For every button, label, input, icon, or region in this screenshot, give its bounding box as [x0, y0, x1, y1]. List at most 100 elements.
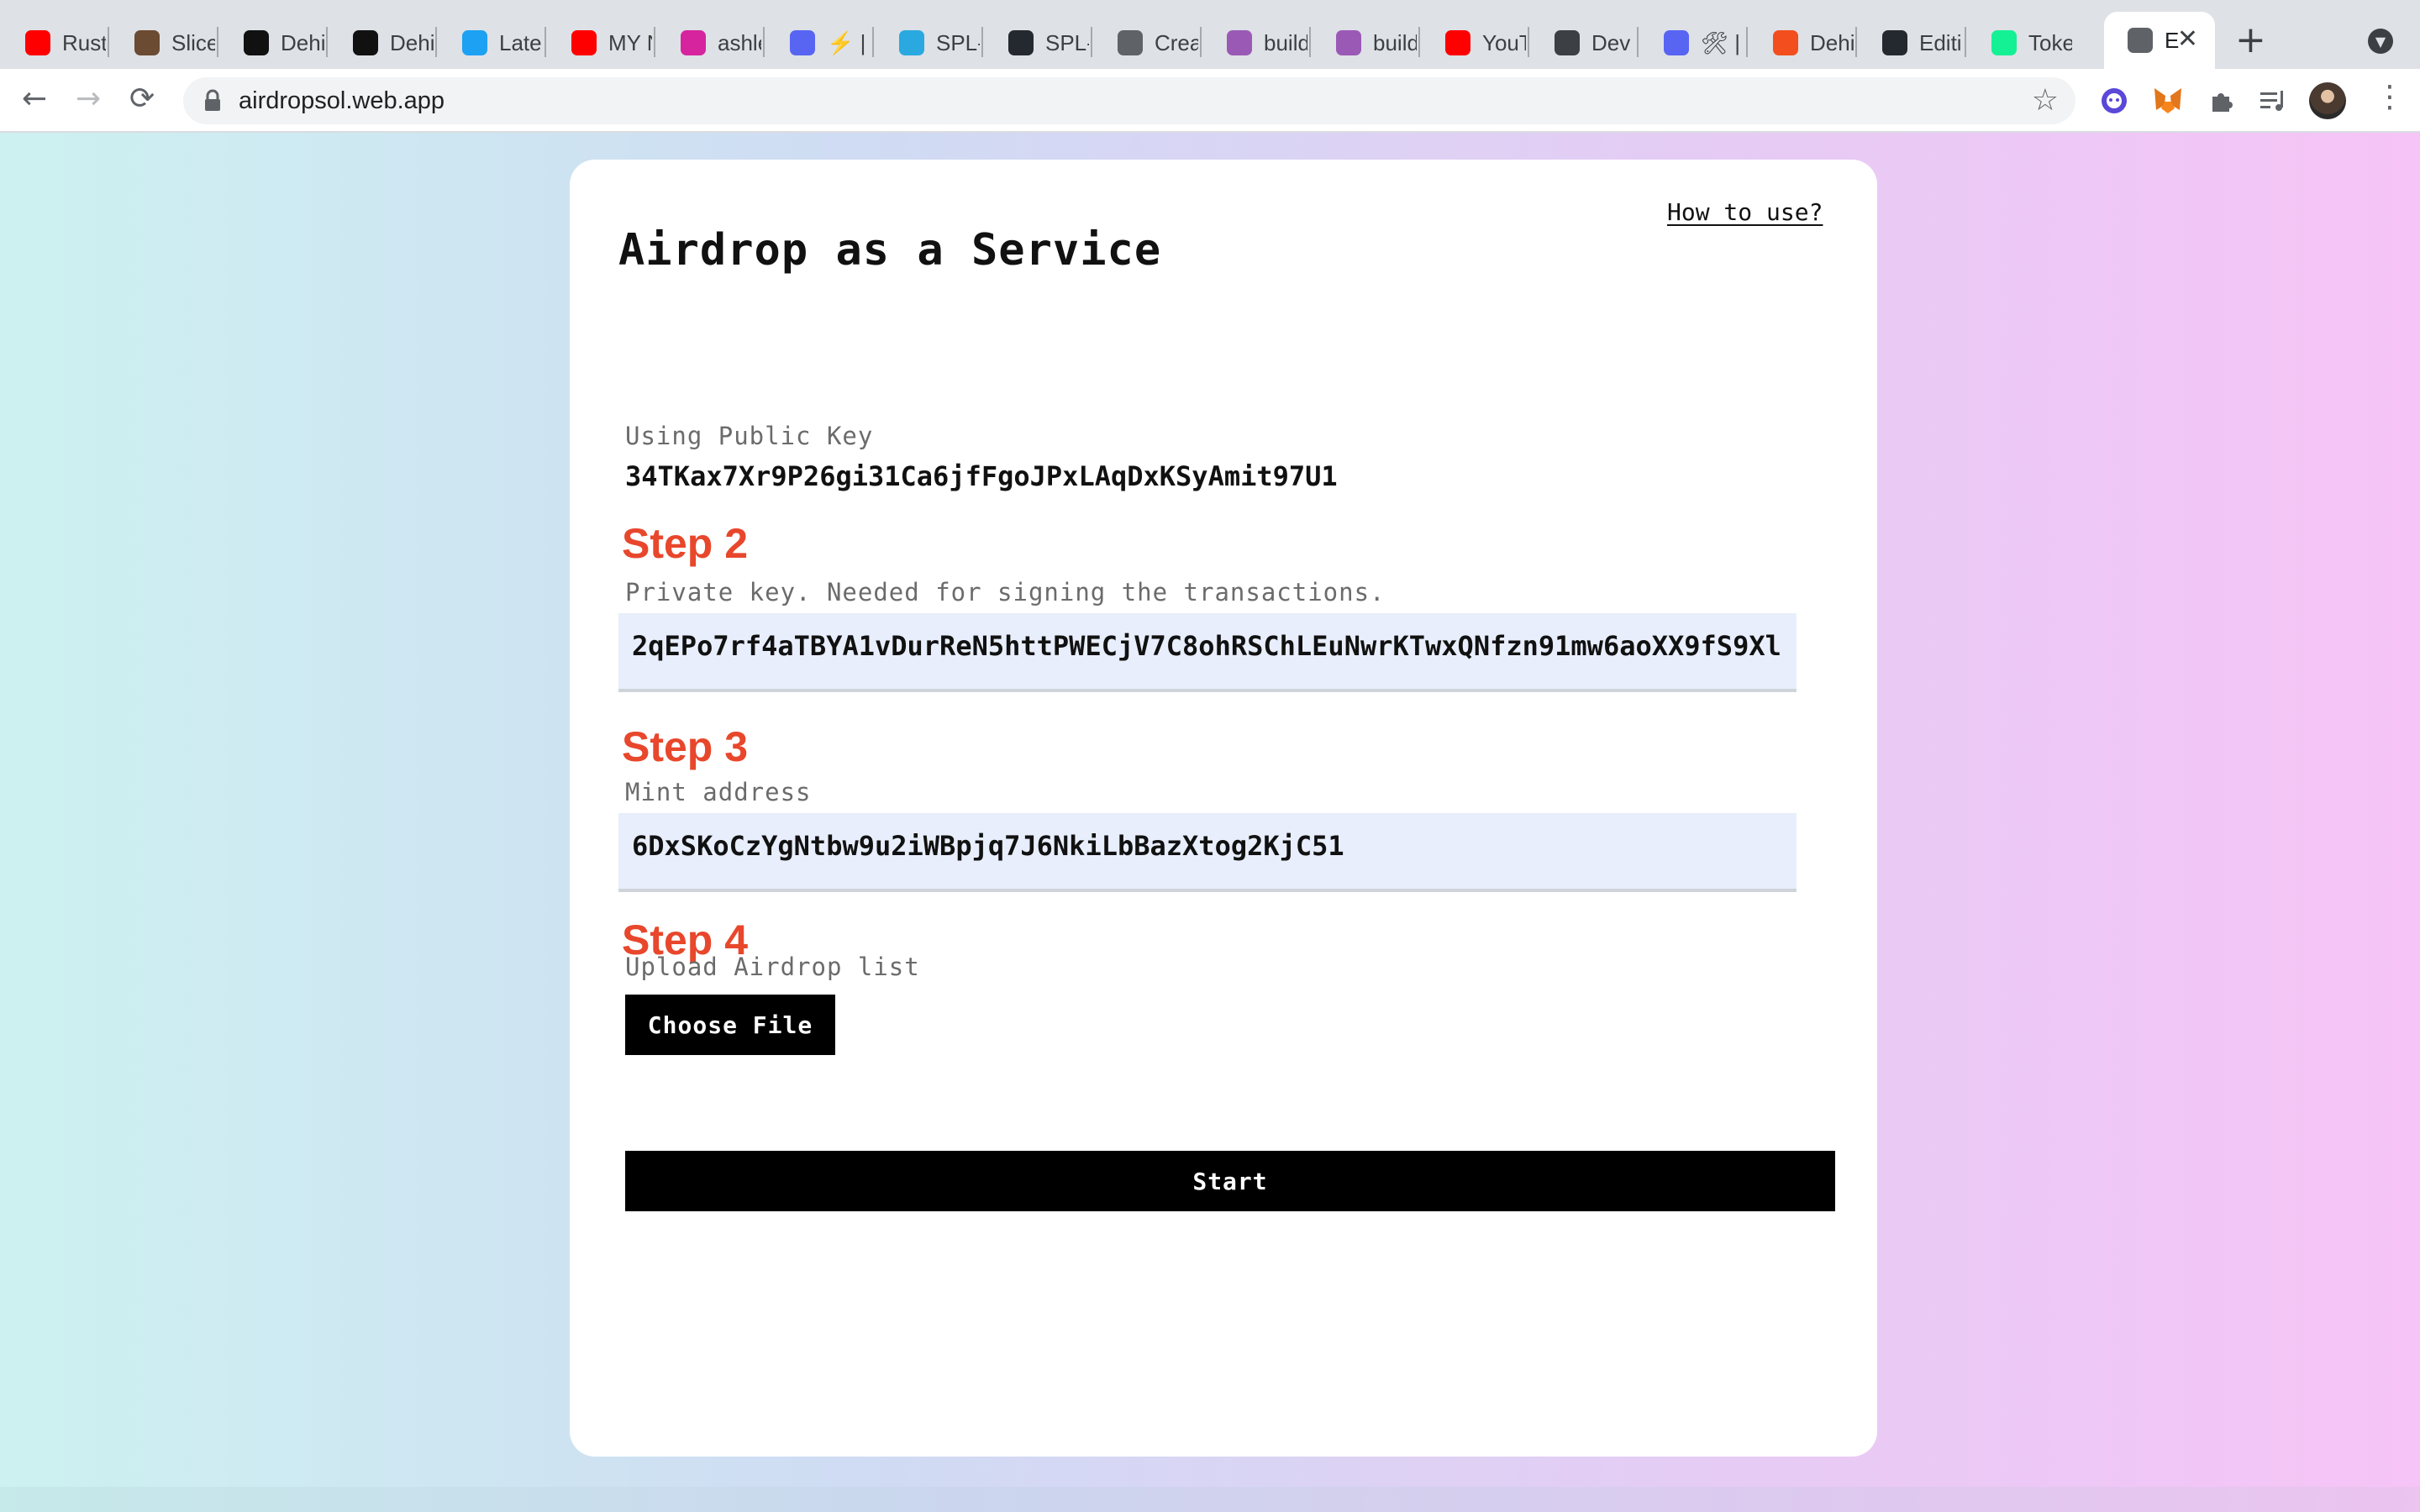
browser-tab-strip: Rust Slice Dehi Dehi Late MY N ashle ⚡️ | SPL- SP…	[0, 0, 2420, 69]
browser-tab[interactable]: Toke	[1968, 17, 2074, 69]
tab-separator	[981, 27, 983, 57]
tab-label: build	[1373, 29, 1417, 55]
media-control-icon[interactable]	[2257, 84, 2291, 118]
browser-tab[interactable]: Slice	[111, 17, 217, 69]
droplet-icon	[899, 30, 924, 55]
public-key-label: Using Public Key	[625, 422, 874, 450]
browser-tab[interactable]: Dehi	[1749, 17, 1855, 69]
browser-tab[interactable]: ⚡️ |	[766, 17, 872, 69]
step-2-heading: Step 2	[622, 520, 749, 567]
tab-separator	[1528, 27, 1529, 57]
instagram-icon	[681, 30, 706, 55]
tab-separator	[1091, 27, 1092, 57]
browser-tab[interactable]: MY N	[548, 17, 654, 69]
close-tab-icon[interactable]: ✕	[2177, 27, 2198, 52]
browser-tab[interactable]: Dehi	[329, 17, 435, 69]
tab-label: build	[1264, 29, 1307, 55]
tab-separator	[1855, 27, 1857, 57]
browser-tab[interactable]: Dehi	[220, 17, 326, 69]
mint-address-input[interactable]: 6DxSKoCzYgNtbw9u2iWBpjq7J6NkiLbBazXtog2K…	[618, 813, 1797, 892]
tab-label: SPL-	[1045, 29, 1089, 55]
browser-tab[interactable]: 🛠 |	[1640, 17, 1746, 69]
tab-label: Dev	[1591, 29, 1631, 55]
unicorn-icon	[1227, 30, 1252, 55]
youtube-icon	[25, 30, 50, 55]
extensions-puzzle-icon[interactable]	[2205, 84, 2238, 118]
address-bar[interactable]: airdropsol.web.app ☆	[183, 77, 2075, 124]
page-title: Airdrop as a Service	[618, 225, 1162, 276]
tab-search-icon[interactable]: ▼	[2368, 29, 2393, 54]
tab-label: ⚡️ |	[827, 29, 866, 55]
youtube-icon	[571, 30, 597, 55]
extension-icon[interactable]	[2097, 84, 2131, 118]
tab-label: ashle	[718, 29, 761, 55]
avatar-icon	[134, 30, 160, 55]
metamask-icon[interactable]	[2151, 84, 2185, 118]
back-icon[interactable]: ←	[22, 84, 47, 114]
mint-address-label: Mint address	[625, 778, 812, 806]
profile-avatar[interactable]	[2309, 82, 2346, 119]
tab-separator	[1309, 27, 1311, 57]
globe-icon	[2128, 28, 2153, 53]
page-background: Airdrop as a Service How to use? Using P…	[0, 133, 2420, 1512]
browser-tab[interactable]: SPL-	[876, 17, 981, 69]
reload-icon[interactable]: ⟳	[129, 84, 155, 114]
browser-tab[interactable]: Crea	[1094, 17, 1200, 69]
tab-separator	[435, 27, 437, 57]
upload-airdrop-label: Upload Airdrop list	[625, 953, 920, 981]
floppy-icon	[1555, 30, 1580, 55]
tab-separator	[1746, 27, 1748, 57]
lock-icon	[205, 89, 220, 111]
bookmark-star-icon[interactable]: ☆	[2032, 86, 2059, 116]
tab-separator	[544, 27, 546, 57]
browser-tab[interactable]: ashle	[657, 17, 763, 69]
tab-separator	[1965, 27, 1966, 57]
dehi-icon	[353, 30, 378, 55]
solana-icon	[1991, 30, 2017, 55]
page-bottom-band	[0, 1487, 2420, 1512]
browser-menu-icon[interactable]: ⋮	[2375, 82, 2405, 113]
tab-label: Crea	[1155, 29, 1198, 55]
tab-label: Late	[499, 29, 542, 55]
unicorn-icon	[1336, 30, 1361, 55]
browser-tab[interactable]: build	[1203, 17, 1309, 69]
tab-separator	[1637, 27, 1639, 57]
choose-file-button[interactable]: Choose File	[625, 995, 835, 1055]
tab-label: Toke	[2028, 29, 2072, 55]
tab-label: Slice	[171, 29, 215, 55]
new-tab-button[interactable]: +	[2235, 22, 2266, 59]
tab-separator	[1200, 27, 1202, 57]
tab-separator	[326, 27, 328, 57]
discord-icon	[1664, 30, 1689, 55]
dehi-icon	[244, 30, 269, 55]
browser-tab[interactable]: SPL-	[985, 17, 1091, 69]
tab-separator	[1418, 27, 1420, 57]
tab-separator	[108, 27, 109, 57]
url-text: airdropsol.web.app	[239, 87, 445, 114]
browser-tab[interactable]: build	[1313, 17, 1418, 69]
browser-tab[interactable]: Dev	[1531, 17, 1637, 69]
discord-icon	[790, 30, 815, 55]
browser-tab[interactable]: Late	[439, 17, 544, 69]
browser-tab[interactable]: YouT	[1422, 17, 1528, 69]
airdrop-card: Airdrop as a Service How to use? Using P…	[570, 160, 1877, 1457]
start-button[interactable]: Start	[625, 1151, 1835, 1211]
browser-tab[interactable]: Rust	[2, 17, 108, 69]
gear-icon	[1118, 30, 1143, 55]
public-key-value: 34TKax7Xr9P26gi31Ca6jfFgoJPxLAqDxKSyAmit…	[625, 460, 1338, 492]
how-to-use-link[interactable]: How to use?	[1667, 198, 1823, 226]
browser-tab[interactable]: E ✕	[2104, 12, 2215, 69]
github-icon	[1008, 30, 1034, 55]
twitter-icon	[462, 30, 487, 55]
tab-label: Dehi	[390, 29, 434, 55]
browser-toolbar: ← → ⟳ airdropsol.web.app ☆ ⋮	[0, 69, 2420, 133]
browser-tab[interactable]: Editi	[1859, 17, 1965, 69]
forward-icon[interactable]: →	[76, 84, 101, 114]
tab-label: MY N	[608, 29, 652, 55]
tab-label: 🛠 |	[1701, 29, 1740, 55]
tab-separator	[872, 27, 874, 57]
tab-separator	[654, 27, 655, 57]
tab-label: YouT	[1482, 29, 1526, 55]
private-key-input[interactable]: 2qEPo7rf4aTBYA1vDurReN5httPWECjV7C8ohRSC…	[618, 613, 1797, 692]
tab-label: Editi	[1919, 29, 1962, 55]
